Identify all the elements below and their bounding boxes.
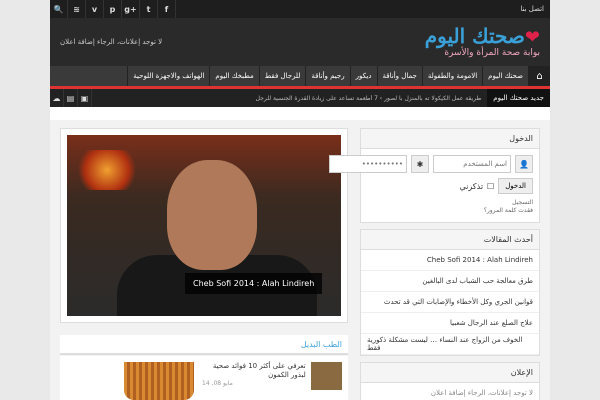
sidebar: الدخول ✱ 👤 تذكرني ☐ الدخول التسجيل <box>329 128 540 400</box>
nav-item[interactable]: للرجال فقط <box>258 66 306 86</box>
nav-item[interactable]: ديكور <box>349 66 377 86</box>
site-logo[interactable]: صحتك اليوم❤ بوابة صحة المرأة والأسرة <box>425 26 540 58</box>
vimeo-icon[interactable]: v <box>86 0 104 18</box>
login-widget: الدخول ✱ 👤 تذكرني ☐ الدخول التسجيل <box>329 128 540 223</box>
cloud-icon[interactable]: ☁ <box>50 89 64 107</box>
ad-text: لا توجد إعلانات، الرجاء إضافة اعلان <box>430 388 533 397</box>
logo-main: صحتك اليوم <box>424 24 525 48</box>
login-button[interactable]: الدخول <box>498 178 533 194</box>
rss-icon[interactable]: ≋ <box>68 0 86 18</box>
recent-posts-widget: أحدث المقالات Cheb Sofi 2014 : Alah Lind… <box>360 228 540 356</box>
header: لا توجد إعلانات، الرجاء إضافة اعلان صحتك… <box>50 18 550 66</box>
pinterest-icon[interactable]: p <box>104 0 122 18</box>
home-icon[interactable]: ⌂ <box>528 66 550 86</box>
facebook-icon[interactable]: f <box>158 0 176 18</box>
recent-item[interactable]: الخوف من الزواج عند النساء … ليست مشكلة … <box>361 334 539 355</box>
featured-slider[interactable]: Cheb Sofi 2014 : Alah Lindireh <box>60 128 348 323</box>
login-title: الدخول <box>361 129 539 149</box>
header-ad: لا توجد إعلانات، الرجاء إضافة اعلان <box>60 38 163 46</box>
recent-title: أحدث المقالات <box>361 229 539 250</box>
google-plus-icon[interactable]: g+ <box>122 0 140 18</box>
book-icon[interactable]: ▤ <box>64 89 78 107</box>
post-thumbnail[interactable] <box>310 362 342 390</box>
social-icons: 🔍 ≋ v p g+ t f <box>50 0 176 18</box>
recent-item[interactable]: علاج الصلع عند الرجال شعبيا <box>361 313 539 334</box>
ad-title: الإعلان <box>361 362 539 383</box>
person-face <box>167 160 257 270</box>
nav-item[interactable]: رجيم وأناقة <box>305 66 349 86</box>
register-link[interactable]: التسجيل <box>484 199 533 207</box>
post-title[interactable]: تعرفي على أكثر 10 فوائد صحية لبذور الكمو… <box>202 362 306 380</box>
logo-sub: بوابة صحة المرأة والأسرة <box>444 48 540 58</box>
slider-caption[interactable]: Cheb Sofi 2014 : Alah Lindireh <box>185 273 323 294</box>
page: 🔍 ≋ v p g+ t f اتصل بنا لا توجد إعلانات،… <box>50 0 550 400</box>
ticker-text[interactable]: طريقة عمل الكيكولا ته بالمنزل با لصور › … <box>92 95 487 102</box>
remember-label: تذكرني <box>459 181 484 191</box>
search-icon[interactable]: 🔍 <box>50 0 68 18</box>
news-ticker: جديد صحتك اليوم طريقة عمل الكيكولا ته با… <box>50 89 550 107</box>
recent-item[interactable]: Cheb Sofi 2014 : Alah Lindireh <box>361 250 539 271</box>
ticker-icons: ☁ ▤ ▣ <box>50 89 92 107</box>
posts-list: تعرفي على أكثر 10 فوائد صحية لبذور الكمو… <box>60 356 348 400</box>
contact-link[interactable]: اتصل بنا <box>520 5 550 13</box>
slider-image[interactable]: Cheb Sofi 2014 : Alah Lindireh <box>67 135 341 316</box>
nav-item[interactable]: صحتك اليوم <box>482 66 528 86</box>
top-bar: 🔍 ≋ v p g+ t f اتصل بنا <box>50 0 550 18</box>
recent-item[interactable]: قوانين الجري وكل الأخطاء والإصابات التي … <box>361 292 539 313</box>
ad-widget: الإعلان لا توجد إعلانات، الرجاء إضافة اع… <box>360 361 540 400</box>
twitter-icon[interactable]: t <box>140 0 158 18</box>
lost-password-link[interactable]: فقدت كلمة المرور؟ <box>484 207 533 215</box>
nav-item[interactable]: الامومة والطفولة <box>421 66 482 86</box>
basket-image[interactable] <box>124 362 194 400</box>
post-item[interactable]: تعرفي على أكثر 10 فوائد صحية لبذور الكمو… <box>202 362 342 400</box>
main-nav: ⌂ صحتك اليوم الامومة والطفولة جمال وأناق… <box>50 66 550 89</box>
nav-item[interactable]: مطبخك اليوم <box>209 66 258 86</box>
password-input[interactable] <box>329 155 407 173</box>
remember-checkbox[interactable]: ☐ <box>487 182 494 191</box>
content-area: Cheb Sofi 2014 : Alah Lindireh الطب البد… <box>50 120 550 400</box>
username-input[interactable] <box>433 155 511 173</box>
post-date: 14 ,08 مايو <box>202 380 233 388</box>
film-icon[interactable]: ▣ <box>78 89 92 107</box>
fire-graphic <box>77 150 137 190</box>
recent-item[interactable]: طرق معالجة حب الشباب لدى البالغين <box>361 271 539 292</box>
asterisk-icon: ✱ <box>411 155 429 173</box>
nav-item[interactable]: الهواتف والاجهزة اللوحية <box>127 66 209 86</box>
heart-icon: ❤ <box>524 27 540 48</box>
nav-item[interactable]: جمال وأناقة <box>376 66 422 86</box>
user-icon: 👤 <box>515 155 533 173</box>
section-title: الطب البديل <box>60 335 348 355</box>
ticker-label: جديد صحتك اليوم <box>487 89 550 107</box>
